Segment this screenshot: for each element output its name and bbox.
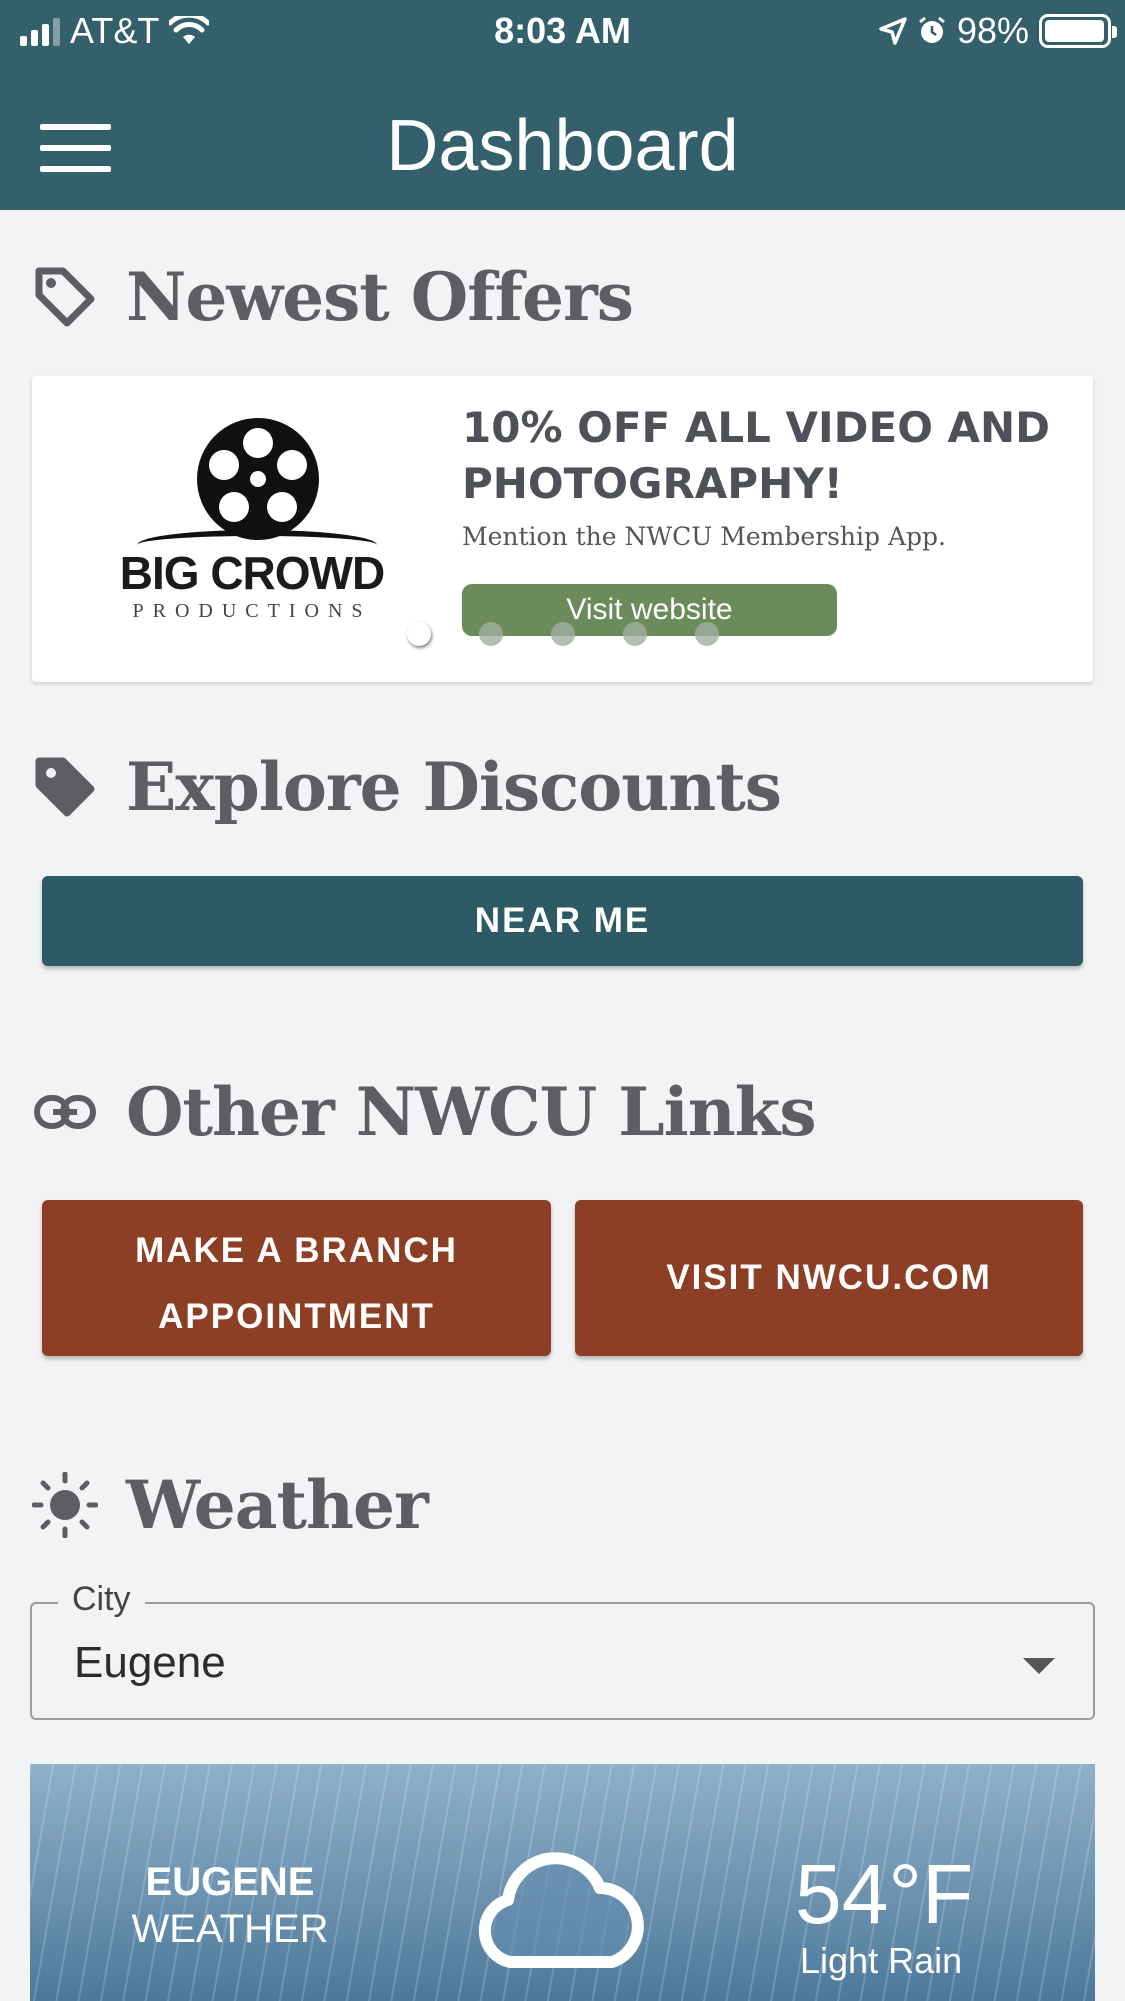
other-links-heading: Other NWCU Links: [32, 1073, 817, 1151]
battery-percent: 98%: [956, 10, 1029, 51]
newest-offers-heading: Newest Offers: [32, 258, 634, 336]
brand-logo: BIG CROWD PRODUCTIONS: [77, 418, 427, 638]
app-header: AT&T 8:03 AM 98% Dashboard: [0, 0, 1125, 210]
brand-subtitle: PRODUCTIONS: [132, 600, 372, 622]
carousel-dot[interactable]: [551, 622, 575, 646]
section-title: Explore Discounts: [126, 748, 782, 826]
status-right: 98%: [879, 10, 1117, 52]
sun-icon: [32, 1472, 98, 1538]
brand-name: BIG CROWD: [119, 547, 385, 599]
weather-heading: Weather: [32, 1466, 429, 1544]
carousel-dot[interactable]: [623, 622, 647, 646]
tag-icon: [32, 264, 98, 330]
visit-nwcu-button[interactable]: VISIT NWCU.COM: [575, 1200, 1083, 1356]
offer-subtext: Mention the NWCU Membership App.: [462, 522, 946, 551]
explore-discounts-heading: Explore Discounts: [32, 748, 782, 826]
location-icon: [879, 17, 907, 45]
film-reel-icon: [197, 418, 319, 540]
section-title: Weather: [126, 1466, 429, 1544]
status-bar: AT&T 8:03 AM 98%: [0, 0, 1125, 62]
dropdown-arrow-icon[interactable]: [1023, 1658, 1055, 1674]
carousel-indicator[interactable]: [407, 622, 719, 646]
near-me-button[interactable]: NEAR ME: [42, 876, 1083, 966]
branch-appointment-button[interactable]: MAKE A BRANCH APPOINTMENT: [42, 1200, 551, 1356]
weather-condition: Light Rain: [800, 1940, 963, 1981]
city-value: Eugene: [74, 1638, 226, 1687]
carousel-dot[interactable]: [407, 622, 431, 646]
weather-card: EUGENE WEATHER 54°F Light Rain: [30, 1764, 1095, 2001]
city-select[interactable]: City Eugene: [30, 1580, 1095, 1720]
cloud-icon: [478, 1852, 644, 1968]
link-icon: [32, 1079, 98, 1145]
battery-icon: [1039, 14, 1117, 48]
page-title: Dashboard: [386, 106, 739, 186]
tag-icon: [32, 754, 98, 820]
weather-city: EUGENE: [145, 1860, 315, 1904]
city-label: City: [58, 1580, 145, 1619]
weather-label: WEATHER: [131, 1907, 329, 1951]
weather-location: EUGENE WEATHER: [120, 1860, 340, 1952]
carousel-dot[interactable]: [479, 622, 503, 646]
offer-headline: 10% OFF ALL VIDEO AND PHOTOGRAPHY!: [462, 403, 1051, 508]
section-title: Other NWCU Links: [126, 1073, 817, 1151]
temperature: 54°F: [795, 1847, 974, 1941]
alarm-icon: [919, 16, 945, 43]
offer-card[interactable]: BIG CROWD PRODUCTIONS 10% OFF ALL VIDEO …: [32, 376, 1093, 682]
carousel-dot[interactable]: [695, 622, 719, 646]
section-title: Newest Offers: [126, 258, 634, 336]
